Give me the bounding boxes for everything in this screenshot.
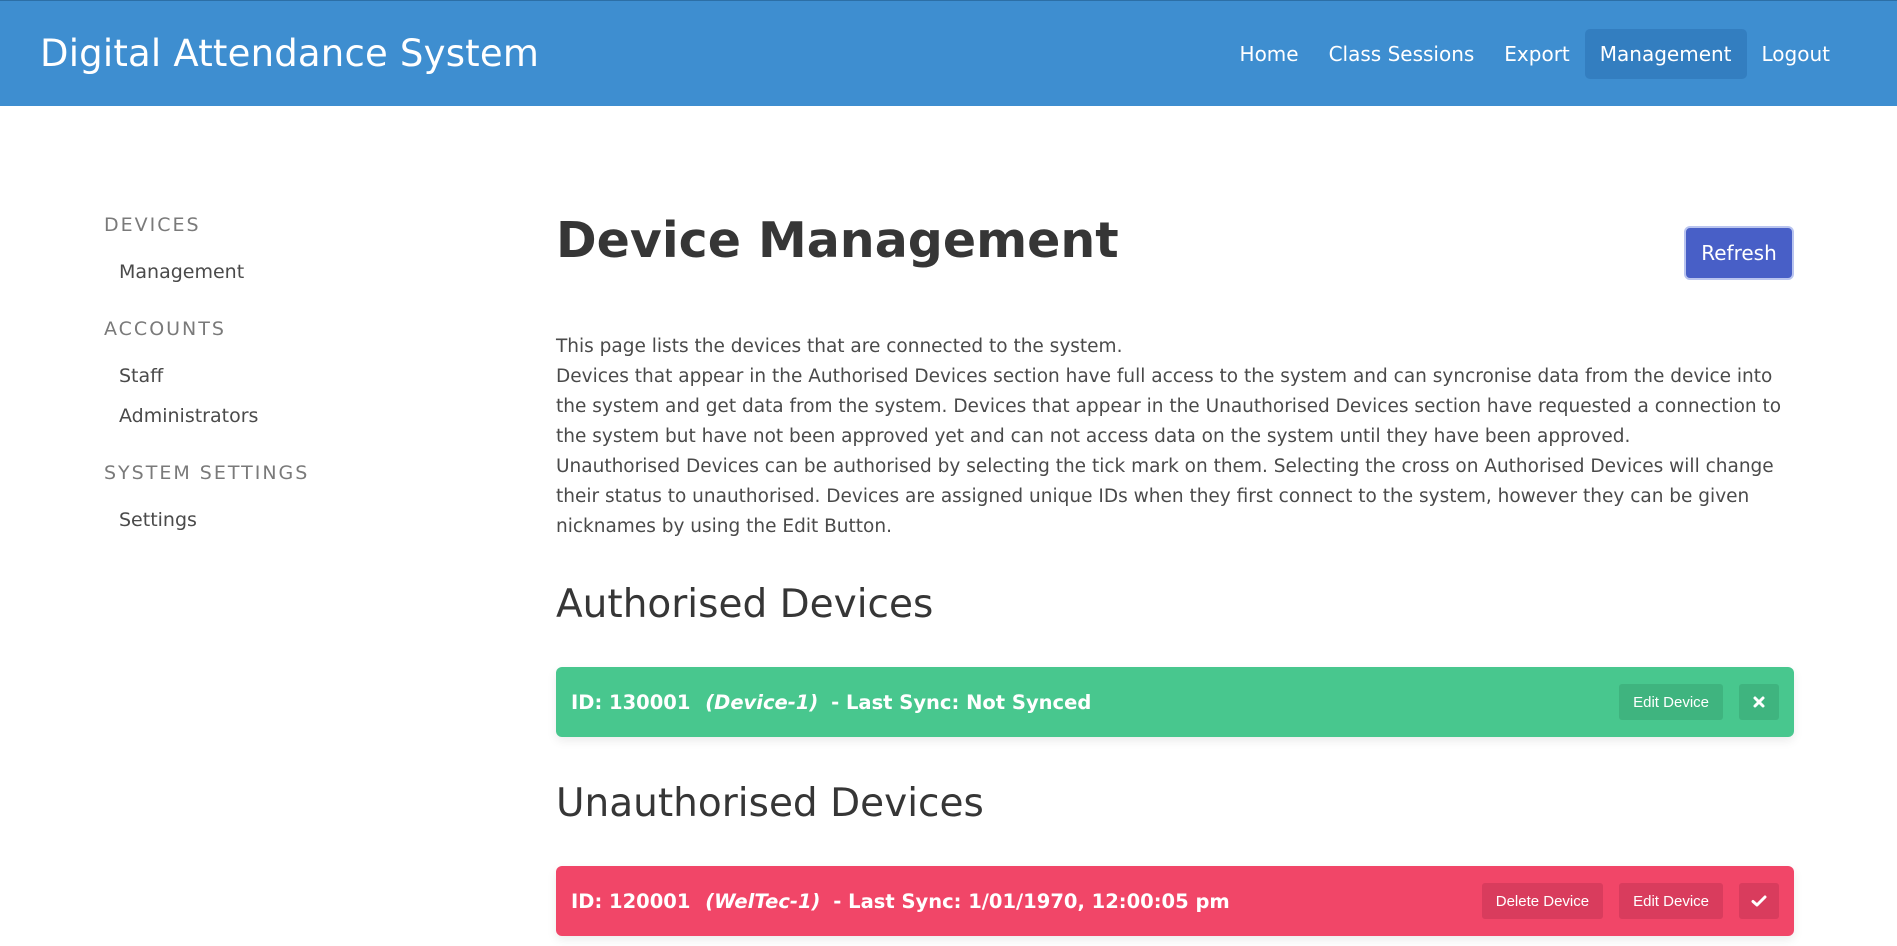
main-content: Device Management Refresh This page list… [556, 208, 1794, 936]
check-icon [1751, 895, 1767, 907]
device-nickname: (Device-1) [705, 690, 819, 714]
edit-device-button[interactable]: Edit Device [1619, 684, 1723, 720]
authorised-device-card: ID: 130001 (Device-1) - Last Sync: Not S… [556, 667, 1794, 737]
unauthorised-device-card: ID: 120001 (WelTec-1) - Last Sync: 1/01/… [556, 866, 1794, 936]
delete-device-button[interactable]: Delete Device [1481, 883, 1604, 919]
nav-home[interactable]: Home [1225, 29, 1314, 79]
menu-label-devices: DEVICES [104, 214, 201, 236]
device-info: ID: 120001 (WelTec-1) - Last Sync: 1/01/… [571, 890, 1482, 913]
main-nav: Home Class Sessions Export Management Lo… [1225, 28, 1845, 79]
page-description: This page lists the devices that are con… [556, 332, 1794, 542]
menu-list-system-settings: Settings [104, 500, 434, 540]
menu-label-accounts: ACCOUNTS [104, 318, 226, 340]
app-title[interactable]: Digital Attendance System [40, 32, 539, 75]
device-id: ID: 130001 [571, 690, 691, 714]
device-actions: Delete Device Edit Device [1481, 883, 1779, 919]
description-paragraph: Devices that appear in the Authorised De… [556, 366, 1782, 447]
refresh-button[interactable]: Refresh [1684, 226, 1794, 280]
nav-export[interactable]: Export [1489, 29, 1584, 79]
device-actions: Edit Device [1619, 684, 1779, 720]
device-nickname: (WelTec-1) [705, 889, 821, 913]
menu-list-devices: Management [104, 252, 434, 292]
unauthorised-devices-heading: Unauthorised Devices [556, 781, 984, 826]
cross-icon [1753, 696, 1765, 708]
deauthorise-button[interactable] [1739, 684, 1779, 720]
device-last-sync: - Last Sync: 1/01/1970, 12:00:05 pm [833, 889, 1230, 913]
menu-list-accounts: Staff Administrators [104, 356, 434, 436]
device-info: ID: 130001 (Device-1) - Last Sync: Not S… [571, 691, 1619, 714]
sidebar-item-settings[interactable]: Settings [104, 500, 434, 540]
sidebar-item-management[interactable]: Management [104, 252, 434, 292]
nav-logout[interactable]: Logout [1747, 29, 1845, 79]
device-id: ID: 120001 [571, 889, 691, 913]
nav-class-sessions[interactable]: Class Sessions [1314, 29, 1490, 79]
menu-label-system-settings: SYSTEM SETTINGS [104, 462, 310, 484]
edit-device-button[interactable]: Edit Device [1619, 883, 1723, 919]
sidebar-item-staff[interactable]: Staff [104, 356, 434, 396]
description-paragraph: Unauthorised Devices can be authorised b… [556, 456, 1774, 537]
top-navbar: Digital Attendance System Home Class Ses… [0, 0, 1897, 106]
nav-management[interactable]: Management [1584, 28, 1747, 79]
authorised-devices-heading: Authorised Devices [556, 582, 934, 627]
page-title: Device Management [556, 212, 1119, 269]
authorise-button[interactable] [1739, 883, 1779, 919]
sidebar-menu: DEVICES Management ACCOUNTS Staff Admini… [104, 214, 434, 566]
sidebar-item-administrators[interactable]: Administrators [104, 396, 434, 436]
description-paragraph: This page lists the devices that are con… [556, 336, 1123, 357]
device-last-sync: - Last Sync: Not Synced [831, 690, 1092, 714]
